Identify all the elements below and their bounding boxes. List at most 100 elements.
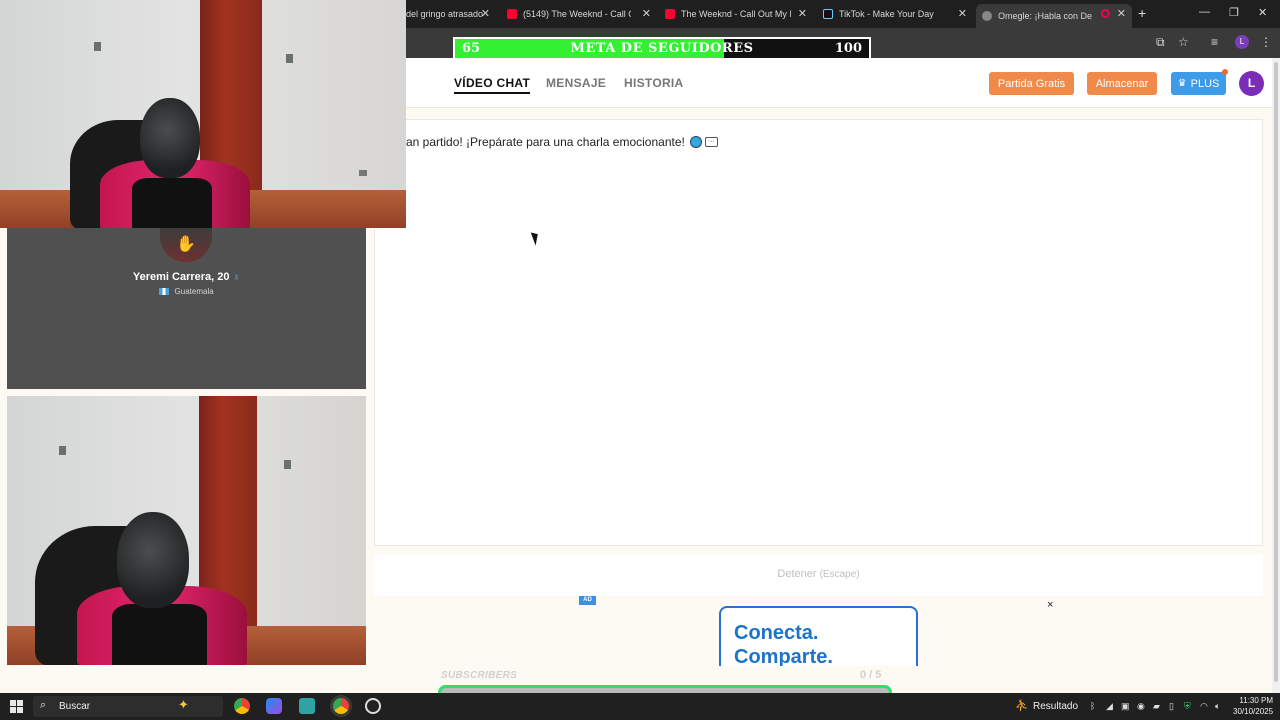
- site-favicon-icon: [982, 11, 992, 21]
- stop-label: Detener: [777, 568, 817, 580]
- close-window-button[interactable]: ✕: [1258, 6, 1267, 19]
- volume-icon[interactable]: 🔈︎: [1215, 701, 1220, 712]
- obs-icon[interactable]: [365, 698, 381, 714]
- wall-outlet: [359, 170, 367, 176]
- bookmark-star-icon[interactable]: ☆: [1178, 35, 1189, 49]
- notification-dot: [1222, 69, 1228, 75]
- network-icon[interactable]: ◢: [1106, 701, 1113, 712]
- tab-title: del gringo atrasado: [406, 9, 484, 19]
- tab-title: The Weeknd - Call Out My Name: [681, 9, 791, 19]
- maximize-button[interactable]: ❐: [1229, 6, 1239, 19]
- close-icon[interactable]: ✕: [642, 7, 651, 20]
- security-shield-icon[interactable]: ⛨: [1184, 701, 1191, 712]
- globe-icon: [689, 136, 702, 148]
- person-vest: [112, 604, 207, 665]
- person-head: [117, 512, 189, 608]
- free-match-button[interactable]: Partida Gratis: [989, 72, 1074, 95]
- device-icon[interactable]: ▣: [1121, 701, 1130, 712]
- wall-switch: [59, 446, 66, 455]
- ad-banner[interactable]: Conecta. Comparte.: [719, 606, 918, 666]
- close-icon[interactable]: ✕: [1117, 7, 1126, 20]
- system-clock[interactable]: 11:30 PM 30/10/2025: [1233, 695, 1273, 717]
- close-icon[interactable]: ✕: [958, 7, 967, 20]
- tab-title: TikTok - Make Your Day: [839, 9, 934, 19]
- browser-menu-icon[interactable]: ⋮: [1260, 35, 1272, 49]
- tab-title: Omegle: ¡Habla con Desconocidos!: [998, 11, 1092, 21]
- browser-tab-active[interactable]: Omegle: ¡Habla con Desconocidos! ✕: [976, 4, 1132, 28]
- tab-message[interactable]: MENSAJE: [546, 76, 606, 90]
- chrome-profile-icon[interactable]: [333, 698, 349, 714]
- stop-hint: (Escape): [819, 569, 860, 580]
- close-icon[interactable]: ✕: [798, 7, 807, 20]
- battery-icon[interactable]: ▯: [1169, 701, 1174, 712]
- tab-history[interactable]: HISTORIA: [624, 76, 684, 90]
- partner-name: Yeremi Carrera, 20 ♁: [7, 271, 366, 283]
- user-avatar[interactable]: L: [1239, 71, 1264, 96]
- browser-tab[interactable]: del gringo atrasado ✕: [406, 4, 496, 24]
- person-head: [140, 98, 200, 178]
- store-button[interactable]: Almacenar: [1087, 72, 1157, 95]
- plus-label: PLUS: [1190, 77, 1220, 90]
- person-vest: [132, 178, 212, 228]
- clock-time: 11:30 PM: [1239, 696, 1274, 705]
- crown-icon: ♛: [1177, 78, 1187, 89]
- partner-country: Guatemala: [7, 287, 366, 296]
- tab-title: (5149) The Weeknd - Call Out My Name: [523, 9, 631, 19]
- wifi-icon[interactable]: ◠: [1200, 701, 1208, 712]
- partner-video: [0, 0, 406, 228]
- browser-tab[interactable]: The Weeknd - Call Out My Name ✕: [665, 4, 813, 24]
- plus-button[interactable]: ♛ PLUS: [1171, 72, 1226, 95]
- browser-tab[interactable]: TikTok - Make Your Day ✕: [823, 4, 973, 24]
- chat-bubble-icon: ···: [704, 137, 718, 147]
- nba-icon[interactable]: ⛹: [1015, 699, 1029, 712]
- install-app-icon[interactable]: ⧉: [1156, 35, 1165, 50]
- search-icon: ⌕: [40, 699, 47, 711]
- tab-video-chat[interactable]: VÍDEO CHAT: [454, 76, 531, 94]
- ad-line: Conecta.: [734, 622, 819, 644]
- clock-date: 30/10/2025: [1233, 707, 1274, 716]
- chat-box: [374, 119, 1263, 546]
- windows-start-icon[interactable]: [10, 700, 23, 713]
- ad-close-button[interactable]: ×: [1047, 599, 1053, 611]
- copilot-app-icon[interactable]: [266, 698, 282, 714]
- search-placeholder: Buscar: [59, 701, 91, 712]
- avatar-graphic-icon: ✋: [176, 236, 196, 253]
- subscribers-label: SUBSCRIBERS: [441, 670, 518, 681]
- youtube-icon: [665, 9, 675, 19]
- goal-title: META DE SEGUIDORES: [570, 41, 754, 56]
- tiktok-icon: [823, 9, 833, 19]
- follower-goal-bar: META DE SEGUIDORES 65 100: [453, 37, 871, 60]
- media-control-icon[interactable]: ≡: [1211, 35, 1218, 49]
- copilot-sparkle-icon[interactable]: ✦: [178, 697, 189, 713]
- notepad-icon[interactable]: [299, 698, 315, 714]
- partner-country-text: Guatemala: [174, 287, 214, 296]
- system-message: an partido! ¡Prepárate para una charla e…: [406, 135, 718, 149]
- chrome-tray-icon[interactable]: ◉: [1137, 701, 1145, 712]
- goal-target: 100: [834, 41, 862, 56]
- wall-switch: [94, 42, 101, 51]
- nvidia-icon[interactable]: ▰: [1153, 701, 1160, 712]
- wall-switch: [286, 54, 293, 63]
- partner-name-text: Yeremi Carrera, 20: [132, 271, 230, 283]
- self-video: [7, 396, 366, 665]
- wall-switch: [284, 460, 291, 469]
- ad-line: Comparte.: [734, 646, 833, 666]
- bluetooth-icon[interactable]: ᛒ: [1090, 701, 1095, 711]
- youtube-icon: [507, 9, 517, 19]
- flag-icon: [159, 288, 170, 296]
- result-label[interactable]: Resultado: [1033, 701, 1078, 712]
- recording-icon: [1101, 9, 1110, 18]
- ad-badge: AD: [579, 596, 596, 605]
- chrome-icon[interactable]: [234, 698, 250, 714]
- new-tab-button[interactable]: +: [1138, 5, 1146, 21]
- browser-tab[interactable]: (5149) The Weeknd - Call Out My Name ✕: [507, 4, 657, 24]
- close-icon[interactable]: ✕: [481, 7, 490, 20]
- minimize-button[interactable]: —: [1199, 6, 1210, 18]
- scrollbar-thumb[interactable]: [1274, 62, 1278, 682]
- browser-profile-avatar[interactable]: L: [1235, 35, 1249, 49]
- stop-button[interactable]: Detener (Escape): [374, 568, 1263, 580]
- message-text: an partido! ¡Prepárate para una charla e…: [406, 135, 685, 149]
- verified-icon: ♁: [232, 272, 241, 283]
- subscribers-count: 0 / 5: [860, 669, 882, 681]
- goal-current: 65: [462, 41, 481, 56]
